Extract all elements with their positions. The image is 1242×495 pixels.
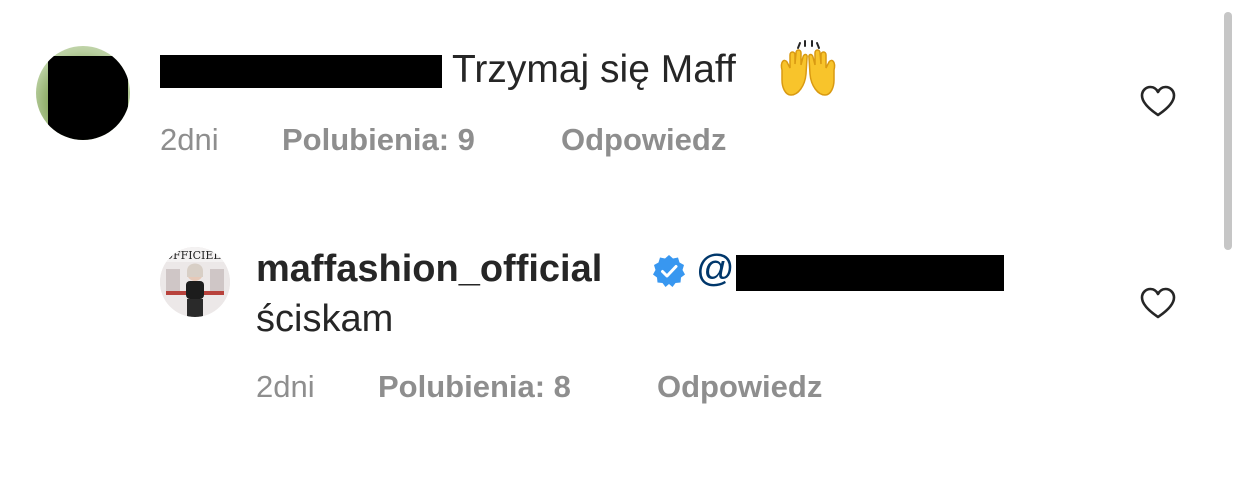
commenter-avatar[interactable] — [36, 46, 130, 140]
vertical-scrollbar[interactable] — [1224, 12, 1232, 250]
svg-text:OFFICIEL: OFFICIEL — [164, 249, 221, 262]
heart-outline-icon[interactable] — [1139, 84, 1177, 118]
comment-reply-button[interactable]: Odpowiedz — [561, 120, 726, 160]
comment-likes-link[interactable]: Polubienia: 9 — [282, 120, 475, 160]
username-redaction-bar — [160, 55, 442, 88]
raising-hands-emoji-icon — [780, 40, 836, 96]
mention-redaction-bar — [736, 255, 1004, 291]
comment-text: Trzymaj się Maff — [452, 48, 736, 91]
reply-reply-button[interactable]: Odpowiedz — [657, 367, 822, 407]
reply-likes-link[interactable]: Polubienia: 8 — [378, 367, 571, 407]
heart-outline-icon[interactable] — [1139, 286, 1177, 320]
comment-timestamp: 2dni — [160, 122, 219, 157]
avatar-redaction-bar — [48, 56, 128, 140]
reply-avatar[interactable]: OFFICIEL — [160, 247, 230, 317]
reply-text: ściskam — [256, 298, 394, 340]
verified-badge-icon — [653, 255, 685, 287]
reply-timestamp: 2dni — [256, 369, 315, 404]
reply-username[interactable]: maffashion_official — [256, 245, 602, 293]
